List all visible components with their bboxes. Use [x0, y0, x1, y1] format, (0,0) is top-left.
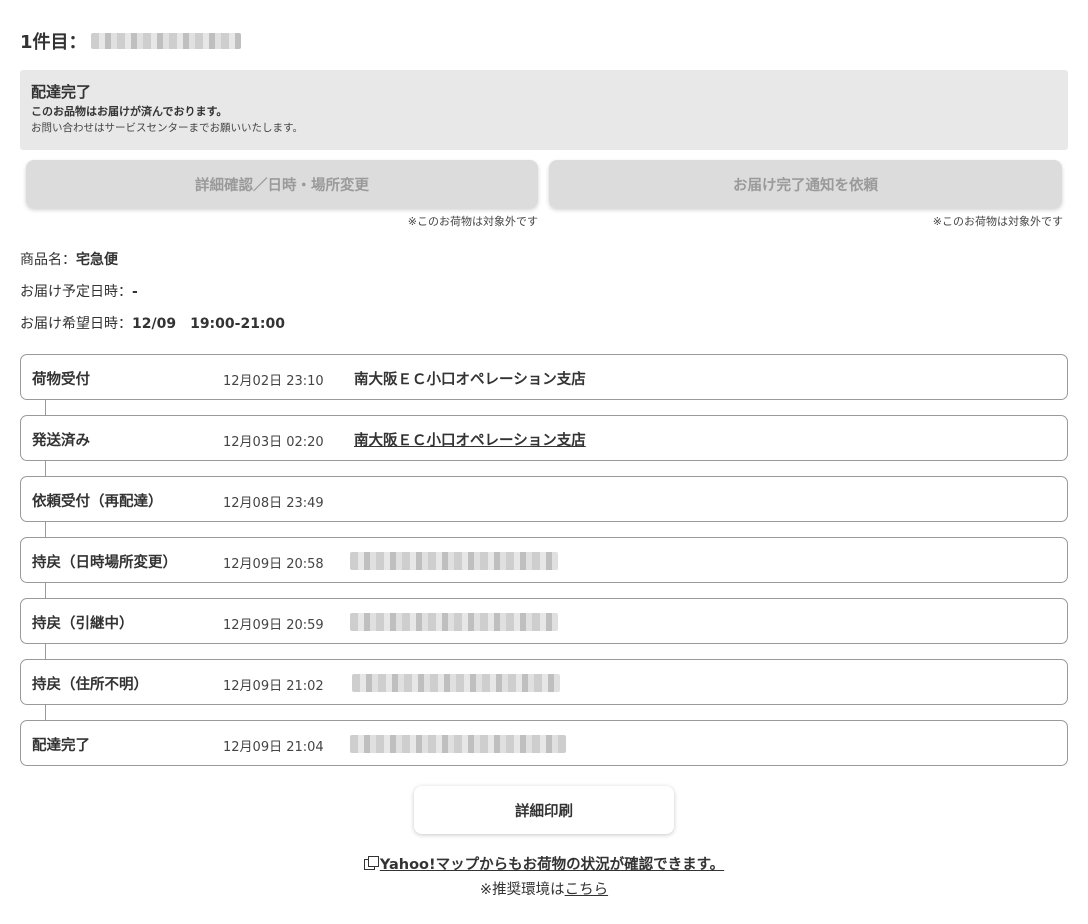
copy-icon	[363, 856, 379, 870]
requested-label: お届け希望日時：	[20, 316, 132, 332]
timeline-time: 12月09日 20:59	[223, 618, 324, 633]
print-detail-button[interactable]: 詳細印刷	[414, 786, 674, 834]
scheduled-info: お届け予定日時：-	[20, 281, 138, 301]
tracking-detail-page: 1件目： 配達完了 このお品物はお届けが済んでおります。 お問い合わせはサービス…	[0, 0, 1088, 924]
timeline-connector	[45, 644, 46, 659]
timeline-status: 配達完了	[32, 738, 90, 754]
detail-change-note: ※このお荷物は対象外です	[407, 215, 538, 228]
timeline-place-link[interactable]: 南大阪ＥＣ小口オペレーション支店	[354, 429, 586, 450]
timeline-time: 12月09日 21:02	[223, 679, 324, 694]
product-value: 宅急便	[76, 252, 118, 268]
redacted-place	[350, 613, 558, 631]
completion-notice-note: ※このお荷物は対象外です	[932, 215, 1063, 228]
timeline-status: 依頼受付（再配達）	[32, 494, 163, 510]
timeline-row: 依頼受付（再配達） 12月08日 23:49	[20, 476, 1068, 522]
timeline-connector	[45, 522, 46, 537]
timeline-status: 持戻（日時場所変更）	[32, 555, 177, 571]
completion-notice-button[interactable]: お届け完了通知を依頼	[549, 160, 1062, 208]
timeline-time: 12月09日 21:04	[223, 740, 324, 755]
timeline-time: 12月08日 23:49	[223, 496, 324, 511]
timeline-place: 南大阪ＥＣ小口オペレーション支店	[354, 372, 586, 388]
map-link-row: Yahoo!マップからもお荷物の状況が確認できます。	[0, 853, 1088, 874]
item-count-label: 1件目：	[20, 32, 87, 53]
timeline-time: 12月03日 02:20	[223, 435, 324, 450]
delivery-status-box: 配達完了 このお品物はお届けが済んでおります。 お問い合わせはサービスセンターま…	[20, 70, 1068, 150]
timeline-status: 持戻（引継中）	[32, 616, 134, 632]
detail-change-button[interactable]: 詳細確認／日時・場所変更	[26, 160, 538, 208]
timeline-status: 発送済み	[32, 433, 90, 449]
redacted-place	[350, 552, 558, 570]
timeline-row: 持戻（引継中） 12月09日 20:59	[20, 598, 1068, 644]
product-label: 商品名：	[20, 252, 76, 268]
timeline-connector	[45, 400, 46, 415]
recommended-env-row: ※推奨環境はこちら	[0, 878, 1088, 899]
timeline-row: 発送済み 12月03日 02:20 南大阪ＥＣ小口オペレーション支店	[20, 415, 1068, 461]
env-prefix: ※推奨環境は	[479, 882, 565, 898]
redacted-tracking-number	[90, 33, 241, 49]
timeline-row: 配達完了 12月09日 21:04	[20, 720, 1068, 766]
timeline-time: 12月09日 20:58	[223, 557, 324, 572]
timeline-connector	[45, 461, 46, 476]
timeline-status: 荷物受付	[32, 372, 90, 388]
product-info: 商品名：宅急便	[20, 249, 118, 269]
status-message: このお品物はお届けが済んでおります。	[31, 105, 228, 118]
timeline-time: 12月02日 23:10	[223, 374, 324, 389]
timeline-row: 持戻（住所不明） 12月09日 21:02	[20, 659, 1068, 705]
status-note: お問い合わせはサービスセンターまでお願いいたします。	[31, 122, 303, 134]
requested-value: 12/09 19:00-21:00	[132, 316, 286, 332]
requested-info: お届け希望日時：12/09 19:00-21:00	[20, 313, 285, 333]
scheduled-label: お届け予定日時：	[20, 284, 132, 300]
timeline-connector	[45, 583, 46, 598]
status-title: 配達完了	[31, 83, 92, 101]
scheduled-value: -	[132, 284, 138, 300]
env-link[interactable]: こちら	[565, 882, 609, 898]
yahoo-map-link[interactable]: Yahoo!マップからもお荷物の状況が確認できます。	[380, 857, 724, 873]
redacted-place	[350, 735, 566, 753]
timeline-status: 持戻（住所不明）	[32, 677, 148, 693]
item-header: 1件目：	[20, 28, 241, 54]
timeline-connector	[45, 705, 46, 720]
redacted-place	[352, 674, 560, 692]
timeline-row: 持戻（日時場所変更） 12月09日 20:58	[20, 537, 1068, 583]
timeline-row: 荷物受付 12月02日 23:10 南大阪ＥＣ小口オペレーション支店	[20, 354, 1068, 400]
